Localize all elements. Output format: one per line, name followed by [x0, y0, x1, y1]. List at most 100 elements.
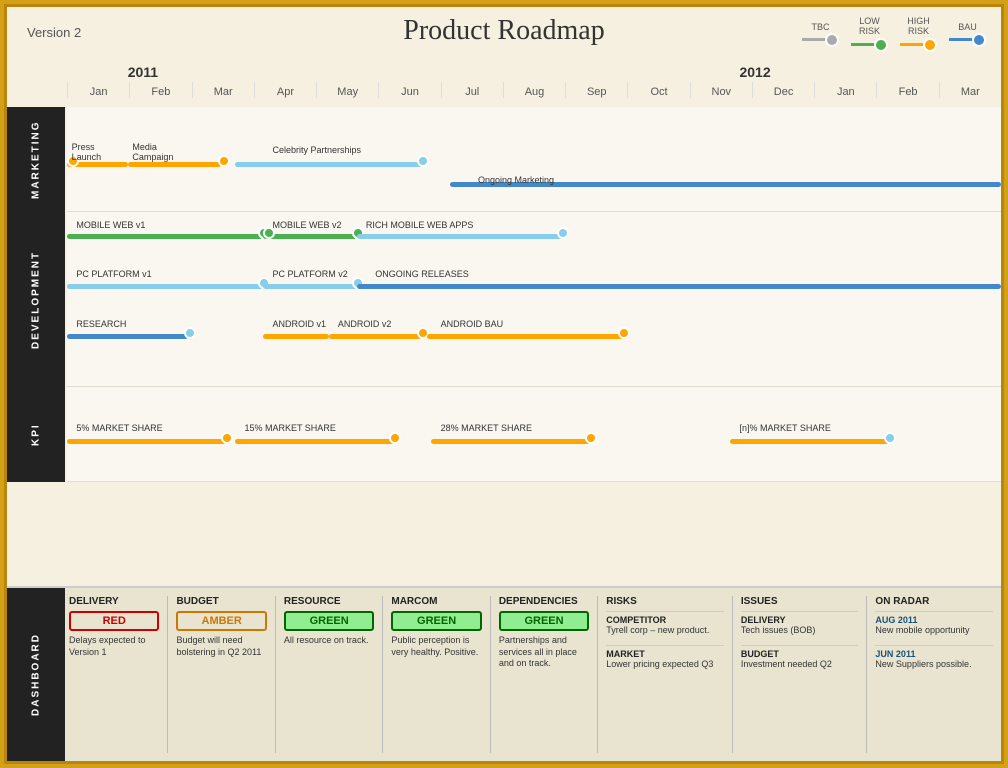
risk-market-title: MARKET: [606, 649, 724, 659]
label-celebrity: Celebrity Partnerships: [272, 145, 361, 155]
dot-npct-end: [884, 432, 896, 444]
badge-delivery: RED: [69, 611, 159, 631]
dot-research-end: [184, 327, 196, 339]
bar-media-campaign: [128, 162, 221, 167]
month-dec-2011: Dec: [752, 82, 814, 98]
dot-5pct-end: [221, 432, 233, 444]
version-label: Version 2: [27, 25, 81, 40]
dash-text-budget: Budget will need bolstering in Q2 2011: [176, 635, 266, 658]
dash-text-marcom: Public perception is very healthy. Posit…: [391, 635, 481, 658]
dash-title-marcom: MARCOM: [391, 596, 481, 607]
dash-title-onradar: ON RADAR: [875, 596, 993, 607]
issue-budget-text: Investment needed Q2: [741, 659, 859, 671]
bar-celebrity: [235, 162, 422, 167]
dash-title-resource: RESOURCE: [284, 596, 374, 607]
bar-android-bau: [427, 334, 623, 339]
bar-android-v2: [329, 334, 422, 339]
month-feb-2012: Feb: [876, 82, 938, 98]
dashboard-label: DASHBOARD: [7, 588, 65, 761]
timeline-header: 2011 2012 Jan Feb Mar Apr May Jun Jul Au…: [67, 62, 1001, 107]
label-mobile-web-v2: MOBILE WEB v2: [272, 220, 341, 230]
risk-market-text: Lower pricing expected Q3: [606, 659, 724, 671]
divider-3: [382, 596, 383, 753]
divider-5: [597, 596, 598, 753]
label-android-bau: ANDROID BAU: [441, 319, 504, 329]
divider-7: [866, 596, 867, 753]
month-jun-2011: Jun: [378, 82, 440, 98]
divider-1: [167, 596, 168, 753]
dot-15pct-end: [389, 432, 401, 444]
bar-5pct: [67, 439, 226, 444]
month-mar-2011: Mar: [192, 82, 254, 98]
dash-text-resource: All resource on track.: [284, 635, 374, 647]
radar-aug-text: New mobile opportunity: [875, 625, 993, 637]
swimlane-marketing: PressLaunch MediaCampaign Celebrity Part…: [67, 107, 1001, 212]
radar-aug-title: AUG 2011: [875, 615, 993, 625]
month-may-2011: May: [316, 82, 378, 98]
divider-2: [275, 596, 276, 753]
month-aug-2011: Aug: [503, 82, 565, 98]
bar-android-v1: [263, 334, 328, 339]
label-media-campaign: MediaCampaign: [132, 142, 173, 162]
swimlane-development: MOBILE WEB v1 MOBILE WEB v2 RICH MOBILE …: [67, 212, 1001, 387]
dash-col-delivery: DELIVERY RED Delays expected to Version …: [69, 596, 159, 753]
bar-mobile-web-v1: [67, 234, 263, 239]
label-28pct: 28% MARKET SHARE: [441, 423, 532, 433]
badge-dependencies: GREEN: [499, 611, 589, 631]
bar-npct: [730, 439, 889, 444]
issue-delivery-text: Tech issues (BOB): [741, 625, 859, 637]
content-area: 2011 2012 Jan Feb Mar Apr May Jun Jul Au…: [7, 62, 1001, 761]
dot-celebrity-end: [417, 155, 429, 167]
legend-highrisk-label: HIGHRISK: [907, 17, 930, 37]
label-android-v1: ANDROID v1: [272, 319, 326, 329]
badge-marcom: GREEN: [391, 611, 481, 631]
divider-4: [490, 596, 491, 753]
month-oct-2011: Oct: [627, 82, 689, 98]
label-android-v2: ANDROID v2: [338, 319, 392, 329]
swimlane-kpi: 5% MARKET SHARE 15% MARKET SHARE 28% MAR…: [67, 387, 1001, 482]
badge-budget: AMBER: [176, 611, 266, 631]
dash-title-issues: ISSUES: [741, 596, 859, 607]
dash-text-delivery: Delays expected to Version 1: [69, 635, 159, 658]
bar-15pct: [235, 439, 394, 444]
dash-text-dependencies: Partnerships and services all in place a…: [499, 635, 589, 670]
dash-title-risks: RISKS: [606, 596, 724, 607]
bar-mobile-web-v2: [263, 234, 356, 239]
label-15pct: 15% MARKET SHARE: [244, 423, 335, 433]
dashboard-area: DASHBOARD DELIVERY RED Delays expected t…: [7, 586, 1001, 761]
bar-research: [67, 334, 188, 339]
bar-rich-mobile: [357, 234, 562, 239]
kpi-label: KPI: [7, 387, 65, 482]
year-2011: 2011: [128, 64, 158, 80]
dash-col-risks: RISKS COMPETITOR Tyrell corp – new produ…: [606, 596, 724, 753]
marketing-label: MARKETING: [7, 107, 65, 212]
bar-ongoing-releases: [357, 284, 1001, 289]
label-pc-v1: PC PLATFORM v1: [76, 269, 151, 279]
label-rich-mobile: RICH MOBILE WEB APPS: [366, 220, 474, 230]
legend-area: TBC LOWRISK HIGHRISK: [802, 17, 986, 52]
legend-lowrisk-label: LOWRISK: [859, 17, 880, 37]
legend-tbc-label: TBC: [812, 22, 830, 32]
development-label: DEVELOPMENT: [7, 212, 65, 387]
badge-resource: GREEN: [284, 611, 374, 631]
bar-pc-v2: [263, 284, 356, 289]
radar-jun-text: New Suppliers possible.: [875, 659, 993, 671]
risk-competitor-text: Tyrell corp – new product.: [606, 625, 724, 637]
issue-budget-title: BUDGET: [741, 649, 859, 659]
dash-col-dependencies: DEPENDENCIES GREEN Partnerships and serv…: [499, 596, 589, 753]
label-ongoing-marketing: Ongoing Marketing: [478, 175, 554, 185]
dash-col-budget: BUDGET AMBER Budget will need bolstering…: [176, 596, 266, 753]
radar-jun-title: JUN 2011: [875, 649, 993, 659]
month-nov-2011: Nov: [690, 82, 752, 98]
dot-rich-mobile-end: [557, 227, 569, 239]
risk-competitor-title: COMPETITOR: [606, 615, 724, 625]
label-npct: [n]% MARKET SHARE: [739, 423, 830, 433]
month-sep-2011: Sep: [565, 82, 627, 98]
bar-28pct: [431, 439, 590, 444]
dash-title-delivery: DELIVERY: [69, 596, 159, 607]
page-title: Product Roadmap: [403, 15, 604, 47]
dash-col-onradar: ON RADAR AUG 2011 New mobile opportunity…: [875, 596, 993, 753]
dot-28pct-end: [585, 432, 597, 444]
year-2012: 2012: [739, 64, 770, 80]
dot-media-campaign-end: [218, 155, 230, 167]
